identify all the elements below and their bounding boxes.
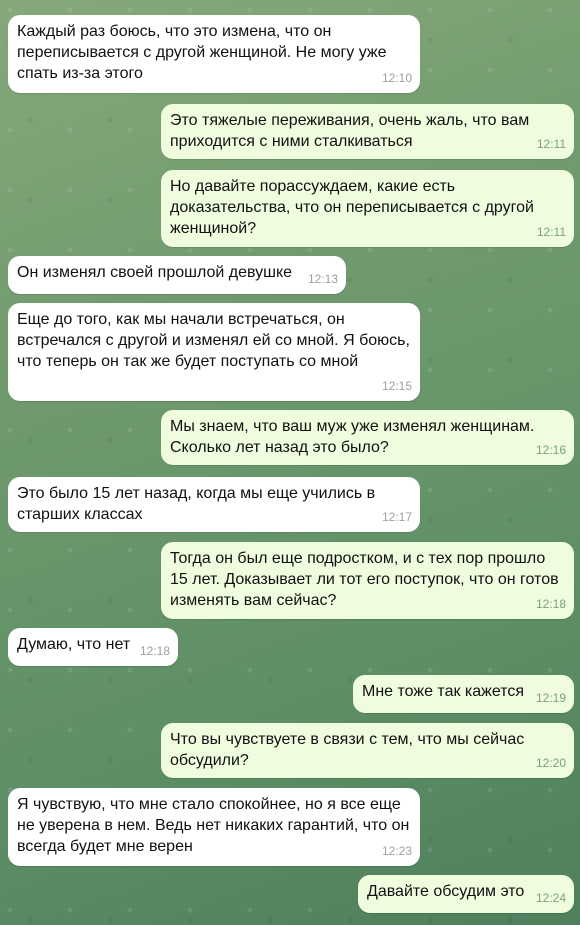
message-time: 12:10 bbox=[381, 71, 412, 85]
message-bubble-outgoing[interactable]: Мы знаем, что ваш муж уже изменял женщин… bbox=[161, 410, 574, 465]
message-bubble-outgoing[interactable]: Мне тоже так кажется 12:19 bbox=[353, 675, 574, 713]
message-time: 12:19 bbox=[535, 691, 566, 705]
message-time: 12:17 bbox=[381, 510, 412, 524]
message-text: Мне тоже так кажется bbox=[362, 683, 525, 700]
message-bubble-incoming[interactable]: Думаю, что нет 12:18 bbox=[8, 628, 178, 666]
message-text: Мы знаем, что ваш муж уже изменял женщин… bbox=[170, 418, 539, 456]
message-bubble-outgoing[interactable]: Давайте обсудим это 12:24 bbox=[358, 875, 574, 913]
message-time: 12:18 bbox=[535, 597, 566, 611]
message-text: Но давайте порассуждаем, какие есть дока… bbox=[170, 178, 539, 237]
message-bubble-outgoing[interactable]: Тогда он был еще подростком, и с тех пор… bbox=[161, 542, 574, 619]
message-time: 12:20 bbox=[535, 756, 566, 770]
message-time: 12:11 bbox=[536, 137, 566, 151]
message-bubble-incoming[interactable]: Еще до того, как мы начали встречаться, … bbox=[8, 303, 420, 401]
message-bubble-incoming[interactable]: Каждый раз боюсь, что это измена, что он… bbox=[8, 15, 420, 93]
message-time: 12:11 bbox=[536, 225, 566, 239]
message-bubble-incoming[interactable]: Это было 15 лет назад, когда мы еще учил… bbox=[8, 477, 420, 532]
message-time: 12:18 bbox=[139, 644, 170, 658]
message-list[interactable]: Каждый раз боюсь, что это измена, что он… bbox=[0, 0, 580, 925]
message-time: 12:15 bbox=[381, 379, 412, 393]
message-text: Что вы чувствуете в связи с тем, что мы … bbox=[170, 731, 529, 769]
message-text: Тогда он был еще подростком, и с тех пор… bbox=[170, 550, 564, 609]
message-text: Это было 15 лет назад, когда мы еще учил… bbox=[17, 485, 380, 523]
message-bubble-outgoing[interactable]: Что вы чувствуете в связи с тем, что мы … bbox=[161, 723, 574, 778]
message-text: Каждый раз боюсь, что это измена, что он… bbox=[17, 23, 391, 82]
message-bubble-incoming[interactable]: Он изменял своей прошлой девушке 12:13 bbox=[8, 256, 346, 294]
message-text: Я чувствую, что мне стало спокойнее, но … bbox=[17, 796, 414, 855]
message-text: Давайте обсудим это bbox=[367, 883, 525, 900]
message-time: 12:23 bbox=[381, 844, 412, 858]
message-time: 12:16 bbox=[535, 443, 566, 457]
message-time: 12:13 bbox=[307, 272, 338, 286]
message-bubble-outgoing[interactable]: Но давайте порассуждаем, какие есть дока… bbox=[161, 170, 574, 247]
message-bubble-incoming[interactable]: Я чувствую, что мне стало спокойнее, но … bbox=[8, 788, 420, 866]
message-time: 12:24 bbox=[535, 891, 566, 905]
message-text: Еще до того, как мы начали встречаться, … bbox=[17, 311, 415, 370]
message-text: Он изменял своей прошлой девушке bbox=[17, 264, 293, 281]
message-bubble-outgoing[interactable]: Это тяжелые переживания, очень жаль, что… bbox=[161, 104, 574, 159]
message-text: Это тяжелые переживания, очень жаль, что… bbox=[170, 112, 534, 150]
